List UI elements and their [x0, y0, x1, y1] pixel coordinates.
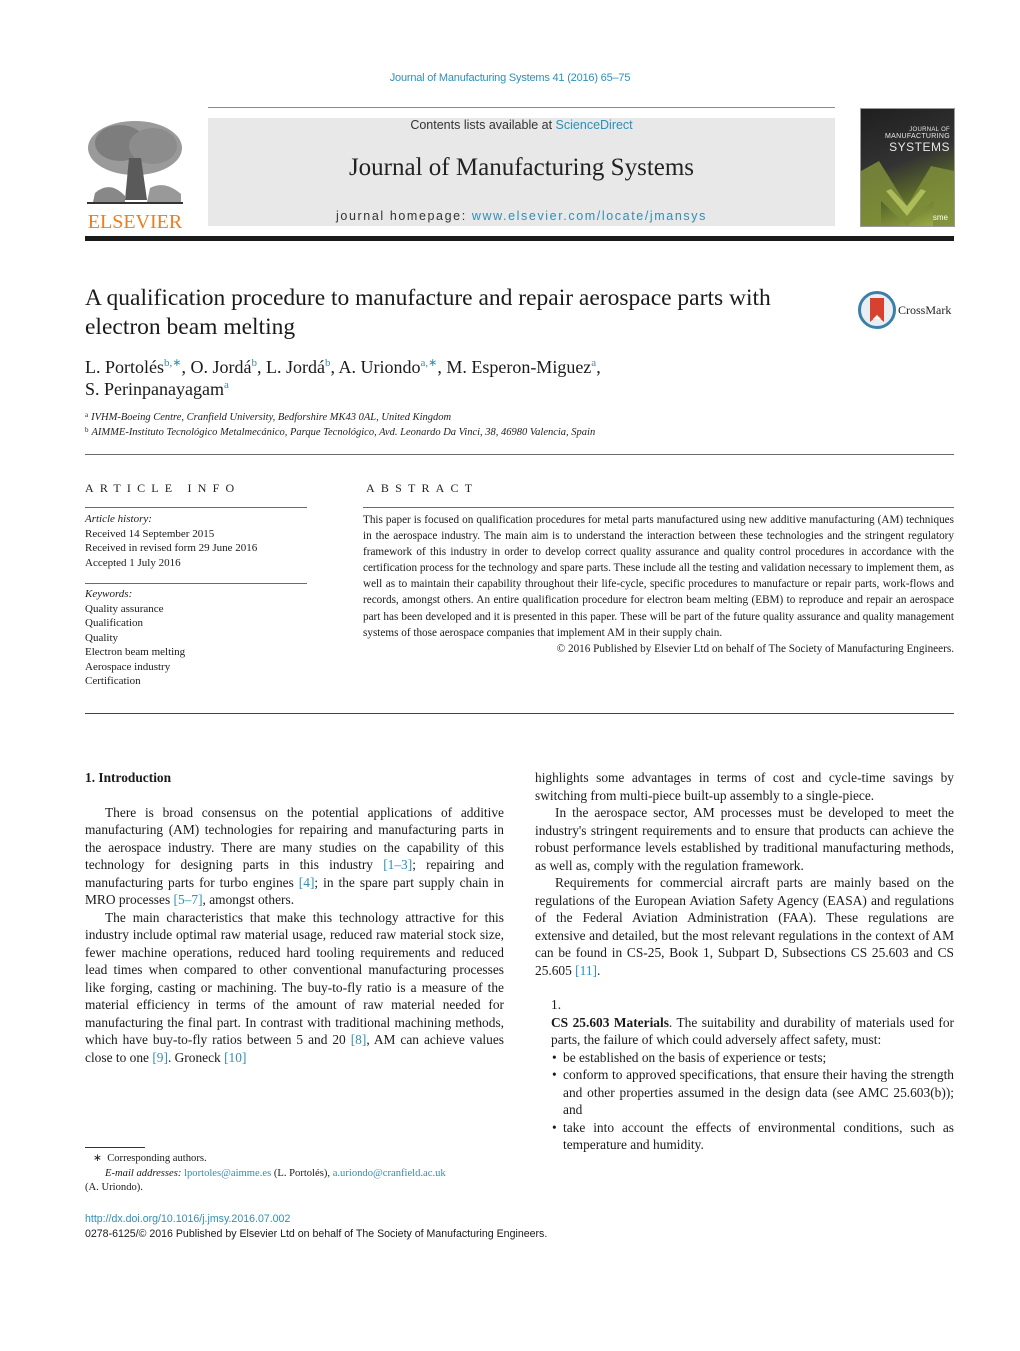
keyword-item: Certification [85, 675, 141, 687]
paragraph: There is broad consensus on the potentia… [85, 804, 504, 908]
paragraph: Requirements for commercial aircraft par… [535, 875, 954, 978]
keyword-item: Electron beam melting [85, 646, 186, 658]
abstract: This paper is focused on qualification p… [363, 512, 954, 657]
keywords: Keywords: Quality assurance Qualificatio… [85, 587, 307, 689]
body-left-column: 1. Introduction There is broad consensus… [85, 769, 504, 1066]
author[interactable]: S. Perinpanayagama [85, 379, 229, 399]
email-link[interactable]: a.uriondo@cranfield.ac.uk [333, 1168, 446, 1179]
bullet-item: • take into account the effects of enviro… [552, 1119, 954, 1153]
affiliation-item: b AIMME-Instituto Tecnológico Metalmecáni… [85, 426, 596, 439]
journal-homepage-line: journal homepage: www.elsevier.com/locat… [208, 209, 835, 223]
journal-title: Journal of Manufacturing Systems [348, 154, 695, 181]
paragraph: highlights some advantages in terms of c… [535, 770, 954, 803]
issn-copyright: 0278-6125/© 2016 Published by Elsevier L… [85, 1227, 548, 1240]
citation-link[interactable]: [9] [152, 1050, 168, 1065]
author[interactable]: O. Jordáb [190, 357, 257, 377]
author-list: L. Portolésb,∗, O. Jordáb, L. Jordáb, A.… [85, 357, 601, 399]
crossmark-label: CrossMark [898, 303, 952, 317]
keyword-item: Aerospace industry [85, 660, 171, 673]
history-label: Article history: [85, 513, 152, 525]
elsevier-logo[interactable]: ELSEVIER [85, 118, 185, 232]
homepage-link[interactable]: www.elsevier.com/locate/jmansys [472, 209, 707, 223]
citation-link[interactable]: [8] [351, 1032, 367, 1047]
article-info-heading: ARTICLE INFO [85, 481, 241, 495]
contents-prefix: Contents lists available at [410, 118, 556, 132]
keyword-item: Qualification [85, 617, 144, 629]
header-thick-rule [85, 236, 954, 241]
cover-title: JOURNAL OF MANUFACTURING SYSTEMS [885, 127, 950, 154]
cover-sme-badge: sme [932, 213, 948, 222]
bullet-icon: • [552, 1067, 557, 1082]
keywords-rule [85, 583, 307, 584]
doi-link[interactable]: http://dx.doi.org/10.1016/j.jmsy.2016.07… [85, 1213, 290, 1225]
citation-link[interactable]: [10] [224, 1050, 246, 1065]
journal-banner: Contents lists available at ScienceDirec… [208, 118, 835, 226]
bullet-item: • be established on the basis of experien… [552, 1049, 827, 1065]
affiliation-item: a IVHM-Boeing Centre, Cranfield Universit… [85, 411, 452, 424]
list-number: 1. [551, 997, 562, 1012]
bullet-list: • be established on the basis of experien… [551, 1049, 954, 1154]
abstract-end-rule [85, 713, 954, 714]
homepage-prefix: journal homepage: [336, 209, 472, 223]
abstract-rule [363, 507, 954, 508]
corresponding-note: ∗ Corresponding authors. [93, 1153, 207, 1164]
affiliation-marker[interactable]: a [224, 379, 229, 391]
bullet-item: • conform to approved specifications, tha… [552, 1067, 954, 1117]
history-item: Received 14 September 2015 [85, 527, 215, 540]
keywords-label: Keywords: [85, 588, 133, 600]
article-info-rule [85, 507, 307, 508]
title-block-rule [85, 454, 954, 455]
journal-reference[interactable]: Journal of Manufacturing Systems 41 (201… [0, 72, 1020, 84]
elsevier-tree-icon [87, 121, 183, 204]
footnote: ∗ Corresponding authors. E-mail addresse… [85, 1152, 510, 1196]
journal-cover-image[interactable]: JOURNAL OF MANUFACTURING SYSTEMS sme [860, 108, 955, 227]
citation-link[interactable]: [11] [575, 963, 597, 978]
article-history: Article history: Received 14 September 2… [85, 512, 307, 570]
bullet-icon: • [552, 1119, 557, 1135]
doi-block: http://dx.doi.org/10.1016/j.jmsy.2016.07… [85, 1212, 685, 1241]
email-owner: (A. Uriondo). [85, 1182, 143, 1193]
header-rule [208, 107, 835, 108]
author[interactable]: L. Portolésb,∗ [85, 357, 181, 377]
footnote-rule [85, 1147, 145, 1148]
body-right-column: highlights some advantages in terms of c… [535, 769, 954, 1154]
author[interactable]: L. Jordáb [266, 357, 330, 377]
affiliations: a IVHM-Boeing Centre, Cranfield Universit… [85, 410, 945, 440]
cover-line2: SYSTEMS [889, 140, 950, 154]
citation-link[interactable]: [1–3] [383, 857, 412, 872]
section-heading-introduction: 1. Introduction [85, 770, 172, 785]
author[interactable]: A. Uriondoa,∗ [338, 357, 437, 377]
affiliation-marker[interactable]: b,∗ [164, 357, 181, 369]
bullet-icon: • [552, 1049, 557, 1065]
sciencedirect-link[interactable]: ScienceDirect [556, 118, 633, 132]
history-item: Accepted 1 July 2016 [85, 556, 181, 569]
history-item: Received in revised form 29 June 2016 [85, 542, 258, 554]
paragraph: In the aerospace sector, AM processes mu… [535, 805, 954, 873]
list-item-title: CS 25.603 Materials [551, 1014, 669, 1030]
cover-line1: MANUFACTURING [885, 133, 950, 140]
crossmark-button[interactable]: CrossMark [858, 291, 958, 331]
keyword-item: Quality assurance [85, 602, 164, 615]
article-title: A qualification procedure to manufacture… [85, 285, 771, 340]
author[interactable]: M. Esperon-Migueza [446, 357, 596, 377]
keyword-item: Quality [85, 631, 118, 644]
abstract-copyright: © 2016 Published by Elsevier Ltd on beha… [556, 642, 954, 655]
email-line: E-mail addresses: lportoles@aimme.es (L.… [105, 1167, 446, 1179]
elsevier-wordmark: ELSEVIER [87, 211, 183, 233]
abstract-text: This paper is focused on qualification p… [363, 514, 954, 639]
crossmark-icon [858, 291, 896, 329]
paragraph: The main characteristics that make this … [85, 909, 504, 1065]
citation-link[interactable]: [4] [299, 875, 315, 890]
abstract-heading: ABSTRACT [366, 481, 479, 495]
email-link[interactable]: lportoles@aimme.es [184, 1168, 271, 1179]
contents-line: Contents lists available at ScienceDirec… [208, 118, 835, 132]
numbered-list-item: 1. CS 25.603 Materials. The suitability … [535, 996, 954, 1154]
affiliation-marker[interactable]: a,∗ [420, 357, 437, 369]
citation-link[interactable]: [5–7] [174, 892, 203, 907]
email-label: E-mail addresses: [105, 1167, 182, 1179]
